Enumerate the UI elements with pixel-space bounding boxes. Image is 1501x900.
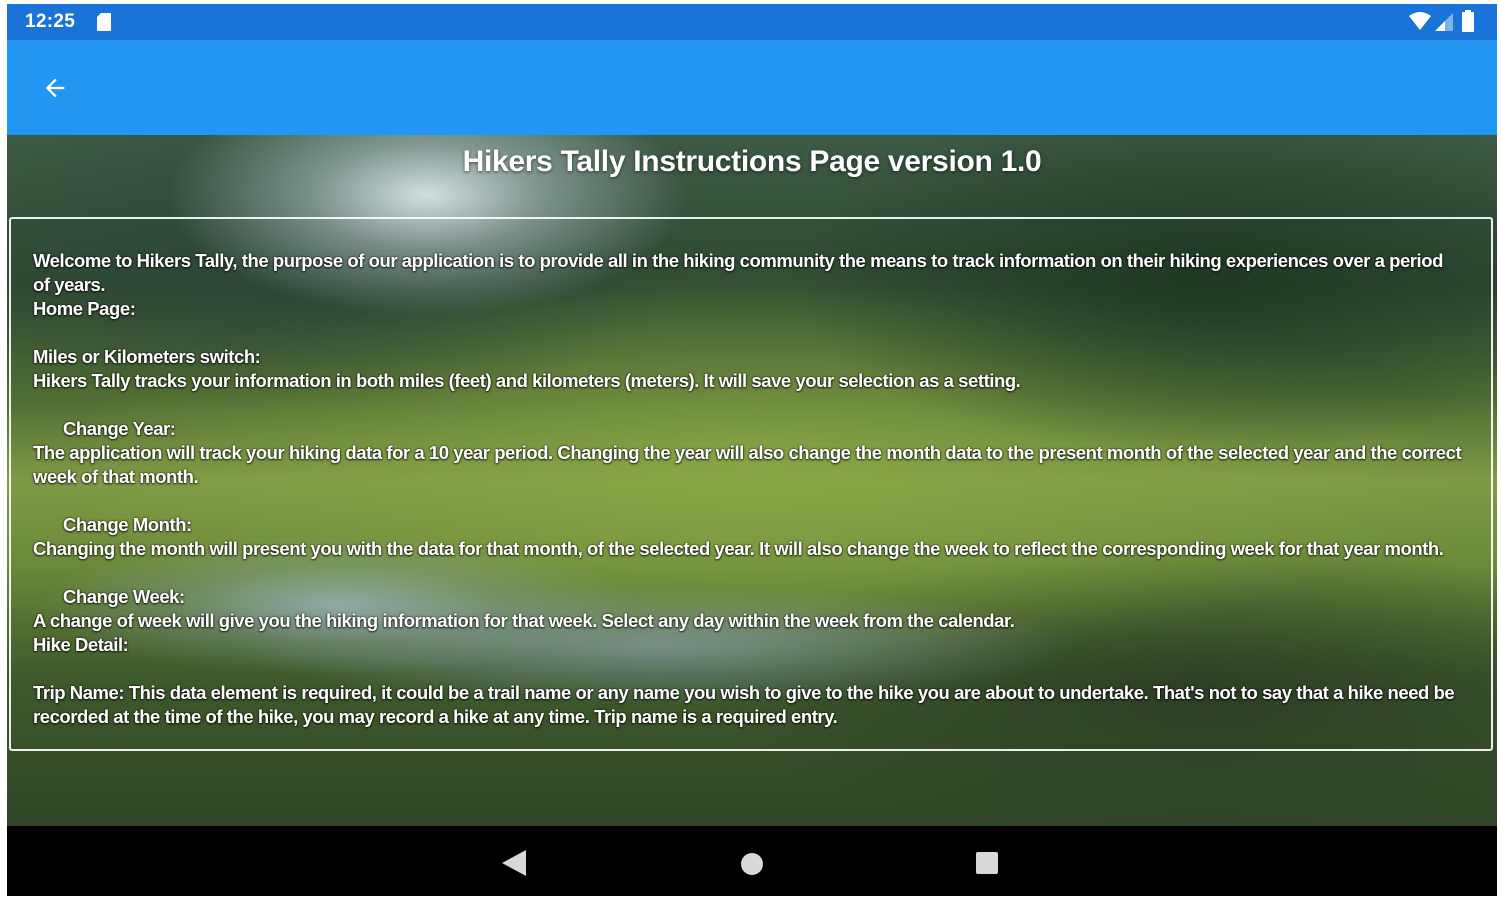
welcome-text: Welcome to Hikers Tally, the purpose of … (33, 250, 1443, 295)
navigation-bar (7, 826, 1497, 896)
change-year-heading: Change Year: (63, 418, 176, 439)
nav-recents-icon[interactable] (976, 852, 998, 874)
nav-back-icon[interactable] (502, 850, 526, 876)
sd-card-icon (97, 13, 111, 31)
miles-km-heading: Miles or Kilometers switch: (33, 346, 261, 367)
instructions-content[interactable]: Hikers Tally Instructions Page version 1… (7, 135, 1497, 826)
back-button[interactable] (35, 68, 75, 108)
change-week-heading: Change Week: (63, 586, 185, 607)
status-bar: 12:25 (7, 4, 1497, 40)
status-time: 12:25 (25, 11, 76, 32)
battery-icon (1462, 10, 1474, 32)
miles-km-text: Hikers Tally tracks your information in … (33, 370, 1021, 391)
change-month-text: Changing the month will present you with… (33, 538, 1444, 559)
signal-icon (1435, 13, 1453, 31)
nav-home-icon[interactable] (740, 852, 764, 876)
instructions-text: Welcome to Hikers Tally, the purpose of … (33, 249, 1463, 729)
home-page-heading: Home Page: (33, 298, 136, 319)
hike-detail-heading: Hike Detail: (33, 634, 129, 655)
change-week-text: A change of week will give you the hikin… (33, 610, 1015, 631)
app-bar (7, 40, 1497, 135)
wifi-icon (1409, 12, 1431, 30)
change-year-text: The application will track your hiking d… (33, 442, 1462, 487)
arrow-left-icon (45, 78, 65, 98)
device-screen: 12:25 Hikers Tally Instructions Page ver… (7, 4, 1497, 896)
change-month-heading: Change Month: (63, 514, 192, 535)
trip-name-text: Trip Name: This data element is required… (33, 682, 1455, 727)
page-title: Hikers Tally Instructions Page version 1… (462, 145, 1042, 178)
